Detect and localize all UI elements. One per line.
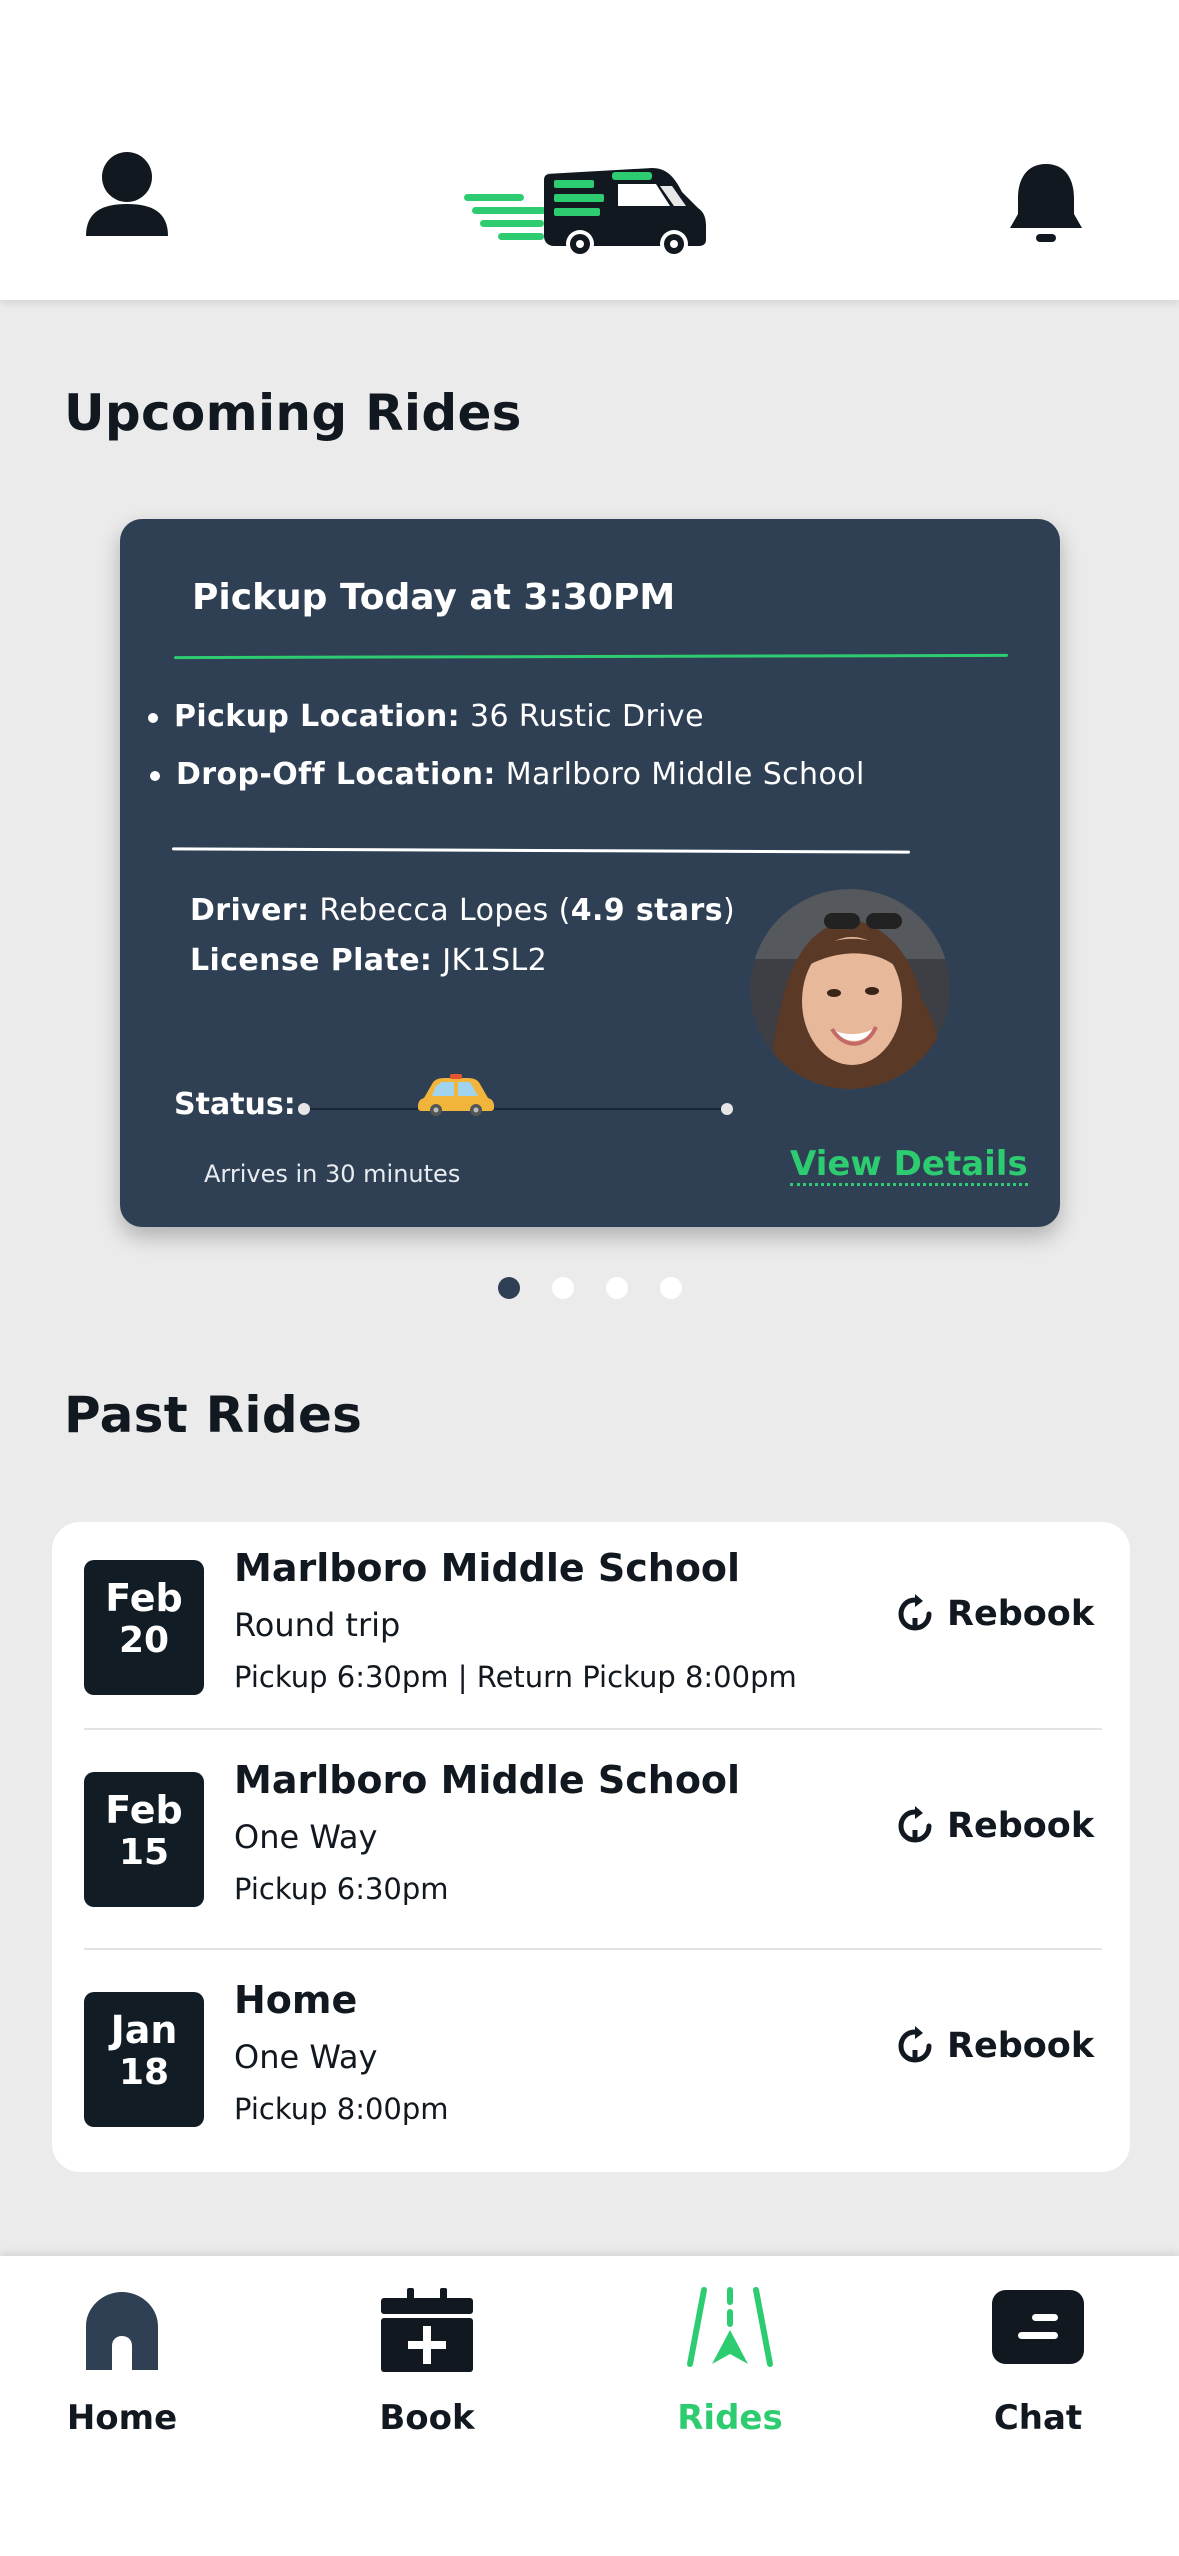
rebook-icon	[898, 1594, 932, 1631]
bell-icon[interactable]	[1006, 158, 1086, 248]
ride-destination: Home	[234, 1978, 358, 2022]
ride-destination: Marlboro Middle School	[234, 1546, 741, 1590]
rebook-label: Rebook	[947, 1594, 1095, 1634]
past-rides-list: Feb 20 Marlboro Middle School Round trip…	[52, 1522, 1130, 2172]
nav-book-label: Book	[379, 2398, 475, 2438]
card-divider-green	[173, 653, 1009, 660]
road-icon	[687, 2287, 773, 2367]
ride-day: 15	[118, 1832, 170, 1873]
arrival-estimate: Arrives in 30 minutes	[204, 1160, 461, 1188]
rebook-label: Rebook	[947, 2026, 1095, 2066]
ride-type: Round trip	[234, 1606, 401, 1644]
car-icon	[418, 1074, 495, 1116]
list-divider	[84, 1948, 1102, 1950]
nav-chat[interactable]: Chat	[938, 2286, 1138, 2438]
rebook-icon	[898, 2026, 932, 2063]
ride-times: Pickup 6:30pm | Return Pickup 8:00pm	[234, 1660, 797, 1694]
ride-destination: Marlboro Middle School	[234, 1758, 741, 1802]
carousel-pager	[0, 1277, 1179, 1301]
driver-avatar	[750, 889, 950, 1089]
calendar-plus-icon	[381, 2288, 473, 2372]
pager-dot-1[interactable]	[498, 1277, 520, 1299]
dropoff-location-value: Marlboro Middle School	[505, 757, 865, 792]
dropoff-location-label: Drop-Off Location:	[176, 757, 496, 792]
profile-icon[interactable]	[82, 150, 172, 240]
home-icon	[86, 2292, 158, 2370]
pickup-time-title: Pickup Today at 3:30PM	[192, 577, 676, 618]
driver-info: Driver: Rebecca Lopes (4.9 stars)	[190, 893, 735, 928]
rebook-button[interactable]: Rebook	[897, 1594, 1094, 1634]
nav-chat-label: Chat	[993, 2398, 1083, 2438]
ride-date-badge: Feb 20	[84, 1560, 204, 1695]
nav-home-label: Home	[66, 2398, 178, 2438]
nav-book[interactable]: Book	[327, 2286, 527, 2438]
upcoming-ride-card[interactable]: Pickup Today at 3:30PM Pickup Location: …	[120, 519, 1060, 1227]
list-divider	[84, 1728, 1102, 1730]
pickup-location-label: Pickup Location:	[174, 699, 461, 734]
van-logo-icon	[464, 168, 706, 258]
upcoming-rides-title: Upcoming Rides	[64, 384, 522, 442]
card-divider-white	[171, 847, 911, 854]
bottom-nav: Home Book Rides Chat	[0, 2256, 1179, 2556]
pickup-location: Pickup Location: 36 Rustic Drive	[148, 699, 704, 734]
nav-rides[interactable]: Rides	[630, 2286, 830, 2438]
chat-icon	[992, 2290, 1084, 2364]
bullet-icon	[148, 712, 158, 723]
ride-day: 18	[118, 2052, 170, 2093]
status-start-dot	[298, 1103, 310, 1115]
rebook-button[interactable]: Rebook	[897, 1806, 1094, 1846]
driver-label: Driver:	[190, 893, 310, 928]
app-header	[0, 0, 1179, 300]
pager-dot-4[interactable]	[660, 1277, 682, 1299]
rebook-button[interactable]: Rebook	[897, 2026, 1094, 2066]
ride-day: 20	[118, 1620, 170, 1661]
view-details-link[interactable]: View Details	[790, 1145, 1028, 1186]
driver-name: Rebecca Lopes (	[319, 893, 571, 928]
status-label: Status:	[174, 1087, 296, 1122]
pager-dot-3[interactable]	[606, 1277, 628, 1299]
license-plate-info: License Plate: JK1SL2	[190, 943, 547, 978]
pager-dot-2[interactable]	[552, 1277, 574, 1299]
ride-date-badge: Feb 15	[84, 1772, 204, 1907]
status-track	[303, 1108, 727, 1110]
driver-rating: 4.9 stars	[570, 893, 723, 928]
past-rides-title: Past Rides	[64, 1386, 363, 1444]
ride-type: One Way	[234, 1818, 378, 1856]
license-plate-label: License Plate:	[190, 943, 433, 978]
license-plate-value: JK1SL2	[442, 943, 548, 978]
ride-times: Pickup 8:00pm	[234, 2092, 449, 2126]
driver-rating-close: )	[723, 893, 736, 928]
pickup-location-value: 36 Rustic Drive	[469, 699, 704, 734]
ride-type: One Way	[234, 2038, 378, 2076]
rebook-icon	[898, 1806, 932, 1843]
dropoff-location: Drop-Off Location: Marlboro Middle Schoo…	[150, 757, 865, 792]
ride-date-badge: Jan 18	[84, 1992, 204, 2127]
ride-month: Feb	[105, 1788, 183, 1832]
nav-rides-label: Rides	[677, 2398, 783, 2438]
nav-home[interactable]: Home	[22, 2286, 222, 2438]
ride-month: Feb	[105, 1576, 183, 1620]
ride-month: Jan	[110, 2008, 178, 2052]
ride-times: Pickup 6:30pm	[234, 1872, 449, 1906]
bullet-icon	[150, 770, 160, 781]
rebook-label: Rebook	[947, 1806, 1095, 1846]
status-end-dot	[721, 1103, 733, 1115]
